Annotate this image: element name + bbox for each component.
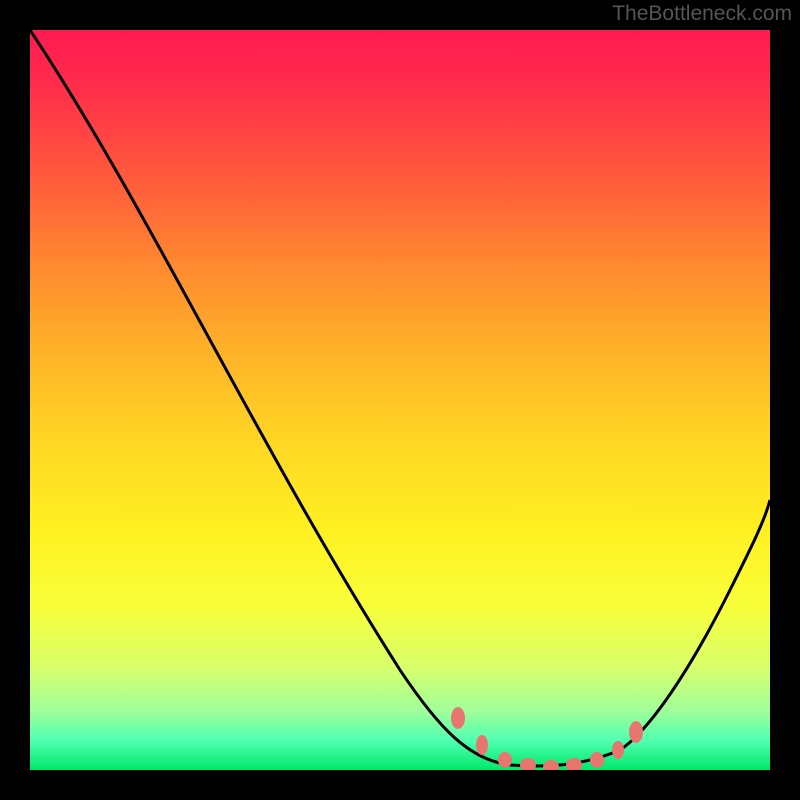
marker-dot	[498, 752, 512, 768]
highlight-dots-group	[451, 707, 643, 770]
marker-dot	[520, 758, 536, 770]
marker-dot	[629, 721, 643, 743]
watermark-text: TheBottleneck.com	[612, 2, 792, 26]
chart-svg	[30, 30, 770, 770]
bottleneck-curve	[30, 30, 770, 766]
chart-plot-area	[30, 30, 770, 770]
marker-dot	[566, 758, 582, 770]
marker-dot	[612, 741, 624, 759]
marker-dot	[476, 735, 488, 755]
marker-dot	[543, 760, 559, 770]
marker-dot	[451, 707, 465, 729]
marker-dot	[590, 752, 604, 768]
